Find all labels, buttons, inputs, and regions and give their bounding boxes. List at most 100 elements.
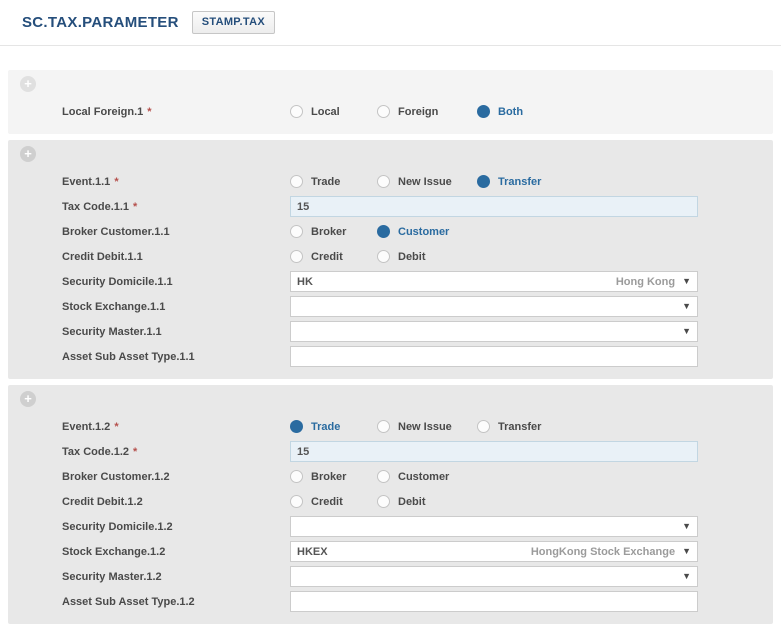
form-row-broker-customer-1-2: Broker Customer.1.2 BrokerCustomer xyxy=(8,464,773,489)
field-credit-debit-1-2: Credit Debit xyxy=(290,495,698,508)
radio-option-label: Debit xyxy=(398,251,426,263)
radio-option-debit[interactable]: Debit xyxy=(377,495,477,508)
radio-button-icon xyxy=(290,420,303,433)
field-label-security-domicile-1-2: Security Domicile.1.2 xyxy=(62,521,290,533)
radio-option-transfer[interactable]: Transfer xyxy=(477,175,564,188)
form-row-broker-customer-1-1: Broker Customer.1.1BrokerCustomer xyxy=(8,219,773,244)
combo-field-security-master-1-1[interactable]: ▼ xyxy=(290,321,698,342)
radio-option-new-issue[interactable]: New Issue xyxy=(377,175,477,188)
stamp-tax-badge[interactable]: STAMP.TAX xyxy=(192,11,275,34)
field-stock-exchange-1-1: ▼ xyxy=(290,296,698,317)
form-section: + Event.1.2 * Trade New IssueTransfer Tax Cod… xyxy=(8,385,773,624)
form-row-security-domicile-1-2: Security Domicile.1.2 ▼ xyxy=(8,514,773,539)
form-row-credit-debit-1-1: Credit Debit.1.1 Credit Debit xyxy=(8,244,773,269)
field-security-domicile-1-1: HKHong Kong▼ xyxy=(290,271,698,292)
plus-icon: + xyxy=(24,77,32,91)
radio-button-icon xyxy=(290,105,303,118)
field-credit-debit-1-1: Credit Debit xyxy=(290,250,698,263)
radio-button-icon xyxy=(290,250,303,263)
form-sections: + Local Foreign.1 * Local ForeignBoth + Event.… xyxy=(0,46,781,624)
text-input-asset-sub-asset-type-1-1[interactable] xyxy=(290,346,698,367)
field-label-event-1-1: Event.1.1* xyxy=(62,176,290,188)
field-tax-code-1-2 xyxy=(290,441,698,462)
radio-option-debit[interactable]: Debit xyxy=(377,250,477,263)
radio-option-foreign[interactable]: Foreign xyxy=(377,105,477,118)
radio-option-trade[interactable]: Trade xyxy=(290,175,377,188)
field-label-text: Tax Code.1.2 xyxy=(62,446,129,458)
form-row-asset-sub-asset-type-1-2: Asset Sub Asset Type.1.2 xyxy=(8,589,773,614)
required-marker: * xyxy=(114,176,118,188)
required-marker: * xyxy=(147,106,151,118)
radio-button-icon xyxy=(290,225,303,238)
expand-section-button[interactable]: + xyxy=(20,76,36,92)
form-row-stock-exchange-1-2: Stock Exchange.1.2 HKEXHongKong Stock Exc… xyxy=(8,539,773,564)
field-label-text: Credit Debit.1.2 xyxy=(62,496,143,508)
combo-field-security-master-1-2[interactable]: ▼ xyxy=(290,566,698,587)
readonly-input-tax-code-1-2[interactable] xyxy=(290,441,698,462)
form-row-asset-sub-asset-type-1-1: Asset Sub Asset Type.1.1 xyxy=(8,344,773,369)
expand-section-button[interactable]: + xyxy=(20,146,36,162)
form-row-event-1-1: Event.1.1*Trade New Issue Transfer xyxy=(8,169,773,194)
radio-button-icon xyxy=(290,495,303,508)
field-label-stock-exchange-1-2: Stock Exchange.1.2 xyxy=(62,546,290,558)
radio-option-label: Trade xyxy=(311,421,340,433)
field-local-foreign-1: Local ForeignBoth xyxy=(290,105,698,118)
radio-option-label: Local xyxy=(311,106,340,118)
field-label-security-master-1-1: Security Master.1.1 xyxy=(62,326,290,338)
radio-button-icon xyxy=(477,420,490,433)
field-label-text: Security Domicile.1.2 xyxy=(62,521,173,533)
required-marker: * xyxy=(133,201,137,213)
form-section: +Event.1.1*TradeNew IssueTransferTax Cod… xyxy=(8,140,773,379)
combo-field-security-domicile-1-1[interactable]: HKHong Kong▼ xyxy=(290,271,698,292)
field-label-stock-exchange-1-1: Stock Exchange.1.1 xyxy=(62,301,290,313)
field-label-text: Asset Sub Asset Type.1.2 xyxy=(62,596,195,608)
required-marker: * xyxy=(133,446,137,458)
app-header: SC.TAX.PARAMETER STAMP.TAX xyxy=(0,0,781,46)
field-label-security-domicile-1-1: Security Domicile.1.1 xyxy=(62,276,290,288)
radio-option-credit[interactable]: Credit xyxy=(290,495,377,508)
plus-icon: + xyxy=(24,392,32,406)
radio-button-icon xyxy=(377,225,390,238)
readonly-input-tax-code-1-1[interactable] xyxy=(290,196,698,217)
radio-button-icon xyxy=(290,175,303,188)
field-label-text: Credit Debit.1.1 xyxy=(62,251,143,263)
field-security-master-1-2: ▼ xyxy=(290,566,698,587)
radio-option-transfer[interactable]: Transfer xyxy=(477,420,564,433)
form-row-security-domicile-1-1: Security Domicile.1.1HKHong Kong▼ xyxy=(8,269,773,294)
field-label-text: Event.1.2 xyxy=(62,421,110,433)
field-label-text: Stock Exchange.1.2 xyxy=(62,546,165,558)
field-asset-sub-asset-type-1-1 xyxy=(290,346,698,367)
radio-option-customer[interactable]: Customer xyxy=(377,225,477,238)
radio-option-credit[interactable]: Credit xyxy=(290,250,377,263)
form-row-stock-exchange-1-1: Stock Exchange.1.1 ▼ xyxy=(8,294,773,319)
radio-option-both[interactable]: Both xyxy=(477,105,564,118)
radio-option-label: New Issue xyxy=(398,176,452,188)
radio-option-label: Credit xyxy=(311,251,343,263)
field-label-text: Stock Exchange.1.1 xyxy=(62,301,165,313)
radio-button-icon xyxy=(377,250,390,263)
expand-section-button[interactable]: + xyxy=(20,391,36,407)
dropdown-arrow-icon: ▼ xyxy=(682,547,691,556)
field-label-text: Broker Customer.1.2 xyxy=(62,471,170,483)
radio-option-label: Debit xyxy=(398,496,426,508)
combo-field-stock-exchange-1-1[interactable]: ▼ xyxy=(290,296,698,317)
combo-value: HK xyxy=(297,276,616,288)
field-security-domicile-1-2: ▼ xyxy=(290,516,698,537)
radio-option-trade[interactable]: Trade xyxy=(290,420,377,433)
dropdown-arrow-icon: ▼ xyxy=(682,302,691,311)
radio-option-broker[interactable]: Broker xyxy=(290,225,377,238)
combo-field-stock-exchange-1-2[interactable]: HKEXHongKong Stock Exchange▼ xyxy=(290,541,698,562)
radio-option-customer[interactable]: Customer xyxy=(377,470,477,483)
combo-field-security-domicile-1-2[interactable]: ▼ xyxy=(290,516,698,537)
radio-button-icon xyxy=(477,105,490,118)
radio-option-new-issue[interactable]: New Issue xyxy=(377,420,477,433)
field-label-text: Local Foreign.1 xyxy=(62,106,143,118)
required-marker: * xyxy=(114,421,118,433)
field-label-text: Security Master.1.1 xyxy=(62,326,162,338)
radio-button-icon xyxy=(477,175,490,188)
radio-option-broker[interactable]: Broker xyxy=(290,470,377,483)
field-security-master-1-1: ▼ xyxy=(290,321,698,342)
dropdown-arrow-icon: ▼ xyxy=(682,572,691,581)
radio-option-local[interactable]: Local xyxy=(290,105,377,118)
field-label-broker-customer-1-2: Broker Customer.1.2 xyxy=(62,471,290,483)
